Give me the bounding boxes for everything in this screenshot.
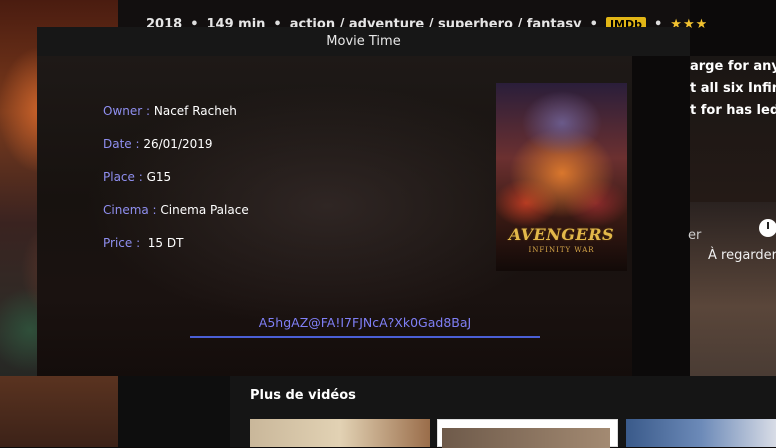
- section-heading-fragment: er: [688, 228, 702, 243]
- video-thumbnail[interactable]: [250, 419, 430, 447]
- cinema-label: Cinema :: [103, 203, 161, 217]
- owner-value: Nacef Racheh: [153, 104, 237, 118]
- ticket-cinema: Cinema : Cinema Palace: [103, 203, 249, 217]
- poster-title: AVENGERS: [508, 225, 615, 244]
- cinema-value: Cinema Palace: [160, 203, 249, 217]
- clock-icon[interactable]: [759, 219, 776, 237]
- ticket-place: Place : G15: [103, 170, 171, 184]
- ticket-owner: Owner : Nacef Racheh: [103, 104, 237, 118]
- movie-poster: AVENGERS INFINITY WAR: [496, 83, 627, 271]
- date-label: Date :: [103, 137, 144, 151]
- date-value: 26/01/2019: [143, 137, 213, 151]
- video-thumbnail[interactable]: [437, 419, 618, 448]
- poster-subtitle: INFINITY WAR: [528, 246, 595, 254]
- modal-title: Movie Time: [326, 34, 401, 49]
- description-line: t for has led u: [690, 103, 776, 118]
- place-label: Place :: [103, 170, 147, 184]
- price-label: Price :: [103, 236, 144, 250]
- thumbnail-image: [442, 428, 610, 448]
- description-line: t all six Infinity: [690, 81, 776, 96]
- watch-later-label: À regarder: [708, 248, 776, 263]
- movie-description: arge for any o t all six Infinity t for …: [690, 56, 776, 202]
- ticket-code-field[interactable]: A5hgAZ@FA!I7FJNcA?Xk0Gad8BaJ: [190, 308, 540, 338]
- ticket-price: Price : 15 DT: [103, 236, 183, 250]
- price-value: 15 DT: [143, 236, 184, 250]
- more-videos-title: Plus de vidéos: [250, 388, 356, 403]
- ticket-code: A5hgAZ@FA!I7FJNcA?Xk0Gad8BaJ: [258, 314, 472, 330]
- video-thumbnail[interactable]: [626, 419, 776, 447]
- modal-title-bar: Movie Time: [37, 27, 690, 56]
- ticket-date: Date : 26/01/2019: [103, 137, 213, 151]
- place-value: G15: [146, 170, 172, 184]
- background-left-thumbnail: [0, 376, 118, 447]
- description-line: arge for any o: [690, 59, 776, 74]
- owner-label: Owner :: [103, 104, 154, 118]
